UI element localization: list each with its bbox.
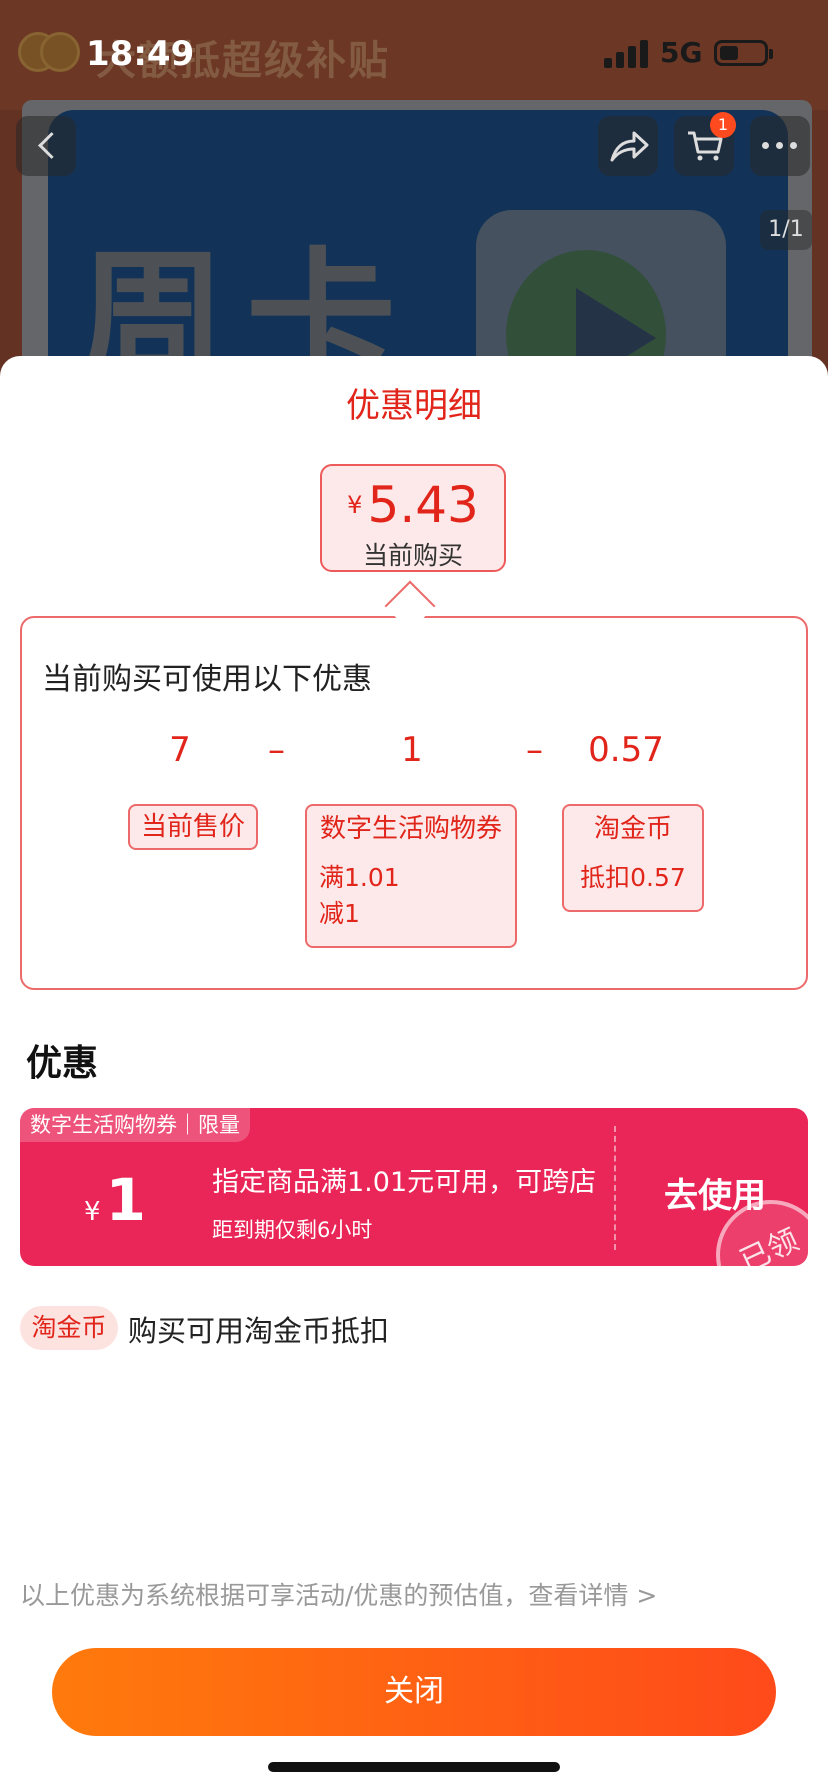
coupon-expiry: 距到期仅剩6小时 [212, 1218, 373, 1242]
signal-icon [604, 38, 648, 68]
calc-value-coin: 0.57 [588, 730, 664, 770]
network-type: 5G [660, 36, 703, 69]
coupon-card[interactable]: 数字生活购物券｜限量 ¥ 1 指定商品满1.01元可用，可跨店 距到期仅剩6小时… [20, 1108, 808, 1266]
current-price-box: ¥ 5.43 当前购买 [320, 464, 506, 572]
claimed-stamp-text: 已领 [734, 1222, 805, 1266]
tag-coin-title: 淘金币 [593, 814, 672, 844]
discount-calculation: 当前购买可使用以下优惠 7 – 1 – 0.57 当前售价 数字生活购物券 满1… [20, 616, 808, 990]
cart-button[interactable]: 1 [674, 112, 736, 176]
sheet-title: 优惠明细 [346, 386, 482, 426]
tag-current-price: 当前售价 [128, 804, 258, 850]
price-label: 当前购买 [362, 541, 463, 570]
coupon-currency: ¥ [84, 1197, 101, 1227]
calc-value-coupon: 1 [401, 730, 423, 770]
coupon-type-tag: 数字生活购物券｜限量 [20, 1108, 250, 1142]
share-button[interactable] [598, 116, 658, 176]
tag-coupon-title: 数字生活购物券 [319, 814, 502, 844]
battery-icon [714, 40, 773, 66]
back-button[interactable] [16, 116, 76, 176]
minus-operator: – [268, 730, 285, 770]
coupon-value: 1 [105, 1166, 146, 1234]
calc-value-price: 7 [169, 730, 191, 770]
coupon-description: 指定商品满1.01元可用，可跨店 [212, 1167, 597, 1198]
discount-section-title: 优惠 [26, 1043, 99, 1084]
close-button[interactable]: 关闭 [52, 1648, 776, 1736]
more-button[interactable] [750, 116, 810, 176]
tag-coupon-reduction: 减1 [319, 899, 360, 928]
coupon-amount: ¥ 1 [84, 1166, 146, 1234]
price-currency: ¥ [347, 491, 363, 519]
share-icon [610, 131, 649, 162]
discount-detail-sheet: 优惠明细 ¥ 5.43 当前购买 当前购买可使用以下优惠 7 – 1 – 0.5… [0, 356, 828, 1792]
coin-description: 购买可用淘金币抵扣 [128, 1314, 390, 1348]
tag-coin: 淘金币 抵扣0.57 [562, 804, 704, 912]
tag-coupon: 数字生活购物券 满1.01 减1 [305, 804, 517, 948]
calc-title: 当前购买可使用以下优惠 [42, 662, 372, 697]
cart-count-badge: 1 [710, 112, 736, 138]
home-indicator [268, 1762, 560, 1772]
coupon-divider [614, 1126, 616, 1250]
tag-coin-deduction: 抵扣0.57 [580, 863, 686, 892]
status-bar: 18:49 5G [0, 0, 828, 110]
more-icon [762, 142, 798, 150]
current-price: 5.43 [367, 476, 479, 534]
coin-chip: 淘金币 [20, 1306, 118, 1350]
minus-operator: – [526, 730, 543, 770]
estimate-footnote-link[interactable]: 以上优惠为系统根据可享活动/优惠的预估值，查看详情 > [20, 1576, 657, 1612]
status-time: 18:49 [86, 34, 195, 74]
tag-coupon-threshold: 满1.01 [319, 863, 400, 892]
image-page-indicator: 1/1 [760, 210, 812, 250]
